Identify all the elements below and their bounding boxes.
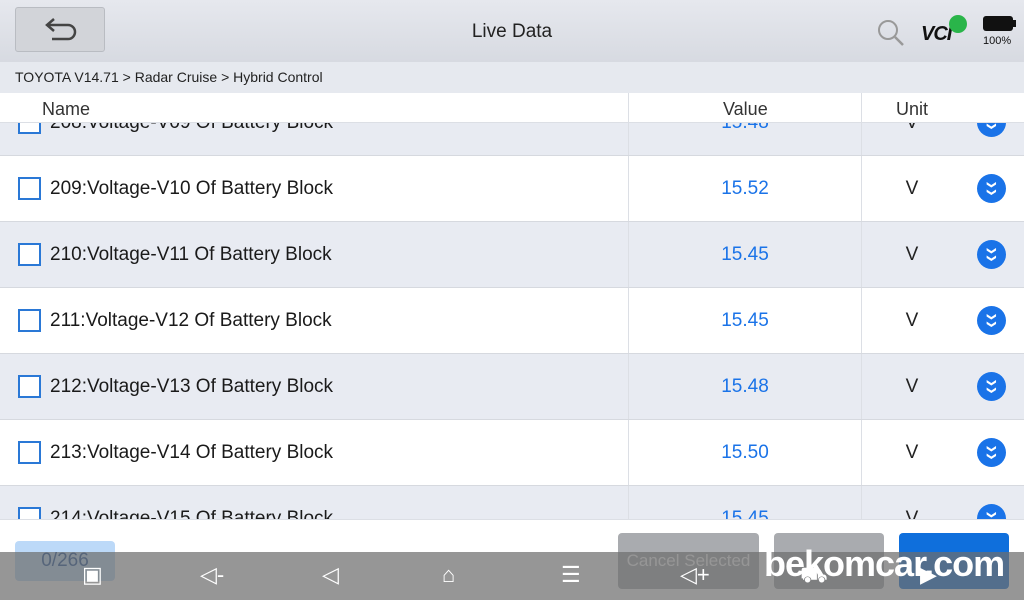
volume-up-icon[interactable]: ◁+ xyxy=(680,562,710,588)
battery-icon xyxy=(983,16,1016,31)
table-row[interactable]: 212:Voltage-V13 Of Battery Block 15.48 V… xyxy=(0,354,1024,420)
page-title: Live Data xyxy=(471,21,553,42)
screenshot-icon[interactable]: ▣ xyxy=(82,562,103,588)
breadcrumb: TOYOTA V14.71 > Radar Cruise > Hybrid Co… xyxy=(0,62,1024,93)
row-name: 212:Voltage-V13 Of Battery Block xyxy=(50,376,334,397)
top-bar: Live Data VCI 100% xyxy=(0,0,1024,62)
expand-chevron-icon[interactable]: ❯❯ xyxy=(977,372,1006,401)
volume-down-icon[interactable]: ◁- xyxy=(200,562,224,588)
row-unit: V xyxy=(905,244,919,265)
row-checkbox[interactable] xyxy=(18,309,41,332)
expand-chevron-icon[interactable]: ❯❯ xyxy=(977,306,1006,335)
table-header: Name Value Unit xyxy=(0,93,1024,123)
row-value: 15.48 xyxy=(629,123,861,134)
row-name: 211:Voltage-V12 Of Battery Block xyxy=(50,310,332,331)
expand-chevron-icon[interactable]: ❯❯ xyxy=(977,438,1006,467)
table-row[interactable]: 208:Voltage-V09 Of Battery Block 15.48 V… xyxy=(0,123,1024,156)
row-value: 15.45 xyxy=(721,508,769,519)
row-unit: V xyxy=(905,508,919,519)
table-row[interactable]: 214:Voltage-V15 Of Battery Block 15.45 V… xyxy=(0,486,1024,519)
row-checkbox[interactable] xyxy=(18,123,41,134)
row-checkbox[interactable] xyxy=(18,177,41,200)
column-value: Value xyxy=(723,99,768,119)
row-value: 15.45 xyxy=(721,310,769,331)
battery-percent: 100% xyxy=(983,35,1012,47)
wifi-icon xyxy=(949,15,967,33)
row-value: 15.50 xyxy=(721,442,769,463)
row-name: 213:Voltage-V14 Of Battery Block xyxy=(50,442,334,463)
row-name: 208:Voltage-V09 Of Battery Block xyxy=(50,123,333,134)
live-data-list[interactable]: 208:Voltage-V09 Of Battery Block 15.48 V… xyxy=(0,123,1024,519)
watermark: bekomcar.com xyxy=(764,543,1005,584)
search-icon[interactable] xyxy=(877,19,905,47)
row-value: 15.45 xyxy=(721,244,769,265)
expand-chevron-icon[interactable]: ❯❯ xyxy=(977,240,1006,269)
table-row[interactable]: 209:Voltage-V10 Of Battery Block 15.52 V… xyxy=(0,156,1024,222)
row-unit: V xyxy=(905,442,919,463)
row-checkbox[interactable] xyxy=(18,243,41,266)
row-unit: V xyxy=(905,376,919,397)
row-checkbox[interactable] xyxy=(18,441,41,464)
nav-home-icon[interactable]: ⌂ xyxy=(442,562,455,588)
row-value: 15.48 xyxy=(721,376,769,397)
row-value: 15.52 xyxy=(721,178,769,199)
row-unit: V xyxy=(905,178,919,199)
nav-back-icon[interactable]: ◁ xyxy=(322,562,339,588)
nav-menu-icon[interactable]: ☰ xyxy=(561,562,581,588)
row-unit: V xyxy=(905,310,919,331)
row-unit: V xyxy=(862,123,962,134)
row-checkbox[interactable] xyxy=(18,375,41,398)
expand-chevron-icon[interactable]: ❯❯ xyxy=(977,174,1006,203)
expand-chevron-icon[interactable]: ❯❯ xyxy=(977,504,1006,519)
table-row[interactable]: 211:Voltage-V12 Of Battery Block 15.45 V… xyxy=(0,288,1024,354)
table-row[interactable]: 213:Voltage-V14 Of Battery Block 15.50 V… xyxy=(0,420,1024,486)
table-row[interactable]: 210:Voltage-V11 Of Battery Block 15.45 V… xyxy=(0,222,1024,288)
row-name: 214:Voltage-V15 Of Battery Block xyxy=(50,508,334,519)
row-name: 210:Voltage-V11 Of Battery Block xyxy=(50,244,332,265)
vci-status-icon: VCI xyxy=(921,23,952,45)
row-checkbox[interactable] xyxy=(18,507,41,519)
row-name: 209:Voltage-V10 Of Battery Block xyxy=(50,178,334,199)
column-name: Name xyxy=(42,99,91,119)
expand-chevron-icon[interactable]: ❯❯ xyxy=(977,123,1006,137)
column-unit: Unit xyxy=(896,99,929,119)
